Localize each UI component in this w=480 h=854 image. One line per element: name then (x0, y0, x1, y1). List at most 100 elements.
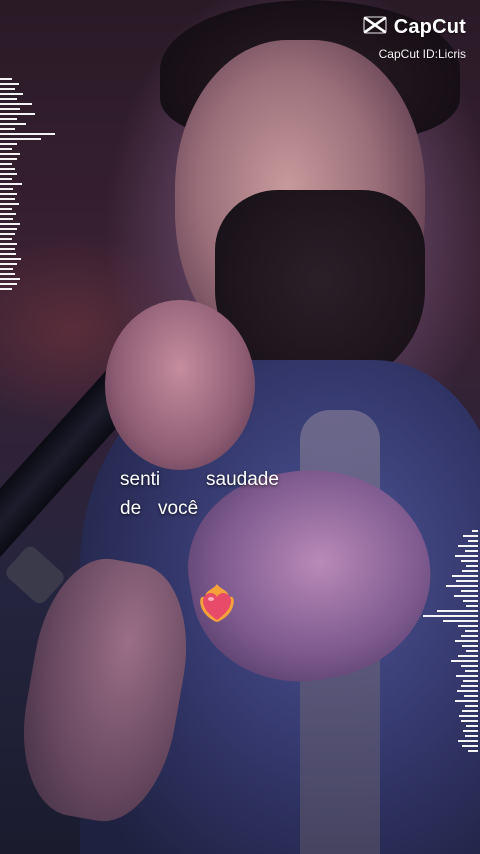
visualizer-bar (0, 173, 17, 175)
visualizer-bar (0, 208, 12, 210)
visualizer-bar (456, 675, 478, 677)
visualizer-bar (0, 123, 26, 125)
visualizer-bar (0, 253, 16, 255)
visualizer-bar (456, 580, 478, 582)
visualizer-bar (461, 720, 478, 722)
visualizer-bar (451, 660, 478, 662)
lyric-word: saudade (206, 469, 279, 490)
visualizer-bar (466, 650, 478, 652)
visualizer-bar (0, 158, 17, 160)
visualizer-bar (458, 545, 478, 547)
visualizer-bar (468, 750, 478, 752)
visualizer-bar (0, 263, 17, 265)
lyric-word: você (158, 498, 199, 519)
capcut-watermark: CapCut CapCut ID:Licris (362, 14, 466, 61)
lyrics-line-1: senti saudade (120, 465, 279, 494)
visualizer-bar (0, 108, 20, 110)
visualizer-bar (0, 148, 12, 150)
visualizer-bar (452, 575, 478, 577)
visualizer-bar (0, 213, 16, 215)
lyrics-caption: senti saudade de você (120, 465, 279, 523)
watermark-id: CapCut ID:Licris (378, 47, 466, 61)
visualizer-bar (446, 585, 478, 587)
visualizer-bar (0, 98, 17, 100)
audio-visualizer-left (0, 78, 55, 290)
visualizer-bar (0, 188, 13, 190)
visualizer-bar (466, 725, 478, 727)
visualizer-bar (466, 605, 478, 607)
visualizer-bar (0, 178, 12, 180)
watermark-brand: CapCut (393, 16, 466, 38)
visualizer-bar (0, 83, 19, 85)
visualizer-bar (461, 560, 478, 562)
visualizer-bar (457, 690, 478, 692)
visualizer-bar (0, 128, 15, 130)
lyric-word: senti (120, 469, 161, 490)
audio-visualizer-right (423, 530, 478, 752)
visualizer-bar (0, 268, 13, 270)
visualizer-bar (462, 710, 478, 712)
visualizer-bar (465, 630, 478, 632)
lyric-word: de (120, 498, 142, 519)
visualizer-bar (0, 193, 17, 195)
visualizer-bar (0, 238, 12, 240)
lyrics-line-2: de você (120, 494, 279, 523)
heart-on-fire-icon (195, 580, 239, 624)
capcut-logo-icon (362, 14, 388, 41)
visualizer-bar (0, 223, 20, 225)
visualizer-bar (462, 570, 478, 572)
visualizer-bar (0, 168, 15, 170)
visualizer-bar (462, 745, 478, 747)
visualizer-bar (461, 685, 478, 687)
visualizer-bar (454, 595, 478, 597)
visualizer-bar (0, 153, 20, 155)
visualizer-bar (462, 645, 478, 647)
visualizer-bar (0, 183, 22, 185)
visualizer-bar (0, 248, 15, 250)
visualizer-bar (0, 118, 17, 120)
visualizer-bar (455, 555, 478, 557)
visualizer-bar (465, 550, 478, 552)
visualizer-bar (463, 535, 478, 537)
visualizer-bar (0, 143, 17, 145)
visualizer-bar (443, 620, 478, 622)
visualizer-bar (465, 735, 478, 737)
visualizer-bar (0, 258, 21, 260)
visualizer-bar (461, 590, 478, 592)
visualizer-bar (0, 203, 19, 205)
visualizer-bar (465, 670, 478, 672)
visualizer-bar (0, 133, 55, 135)
visualizer-bar (0, 273, 15, 275)
visualizer-bar (0, 93, 23, 95)
visualizer-bar (0, 113, 35, 115)
visualizer-bar (461, 665, 478, 667)
visualizer-bar (459, 715, 478, 717)
visualizer-bar (0, 78, 12, 80)
visualizer-bar (0, 243, 17, 245)
visualizer-bar (0, 103, 32, 105)
visualizer-bar (465, 705, 478, 707)
visualizer-bar (0, 218, 13, 220)
subject-hand-holding-mic (105, 300, 255, 470)
visualizer-bar (458, 740, 478, 742)
visualizer-bar (461, 635, 478, 637)
visualizer-bar (423, 615, 478, 617)
visualizer-bar (472, 530, 478, 532)
visualizer-bar (0, 233, 15, 235)
visualizer-bar (0, 283, 17, 285)
visualizer-bar (0, 163, 12, 165)
visualizer-bar (463, 680, 478, 682)
visualizer-bar (0, 278, 20, 280)
visualizer-bar (464, 695, 478, 697)
video-frame: CapCut CapCut ID:Licris senti saudade de v… (0, 0, 480, 854)
visualizer-bar (0, 88, 15, 90)
visualizer-bar (468, 540, 478, 542)
visualizer-bar (455, 640, 478, 642)
visualizer-bar (466, 565, 478, 567)
visualizer-bar (458, 655, 478, 657)
visualizer-bar (0, 138, 41, 140)
visualizer-bar (437, 610, 478, 612)
visualizer-bar (455, 700, 478, 702)
visualizer-bar (458, 625, 478, 627)
visualizer-bar (463, 600, 478, 602)
